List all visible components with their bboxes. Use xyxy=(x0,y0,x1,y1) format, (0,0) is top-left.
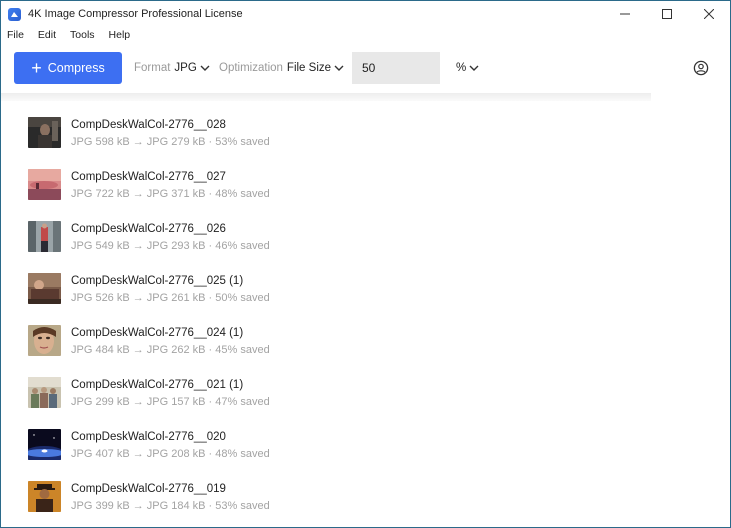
file-details: JPG 549 kB → JPG 293 kB · 46% saved xyxy=(71,240,270,252)
format-dropdown[interactable]: Format JPG xyxy=(134,62,210,74)
file-name: CompDeskWalCol-2776__021 (1) xyxy=(71,379,244,391)
account-icon[interactable] xyxy=(693,60,709,76)
file-name: CompDeskWalCol-2776__024 (1) xyxy=(71,327,244,339)
menu-edit[interactable]: Edit xyxy=(31,29,63,41)
compress-label: Compress xyxy=(47,61,105,75)
file-details: JPG 299 kB → JPG 157 kB · 47% saved xyxy=(71,396,270,408)
optimization-value: File Size xyxy=(286,62,332,74)
list-item[interactable]: CompDeskWalCol-2776__027 JPG 722 kB → JP… xyxy=(1,157,651,209)
file-name: CompDeskWalCol-2776__019 xyxy=(71,483,226,495)
file-details: JPG 526 kB → JPG 261 kB · 50% saved xyxy=(71,292,270,304)
optimization-label: Optimization xyxy=(219,62,283,74)
maximize-icon xyxy=(662,9,672,19)
title-bar: 4K Image Compressor Professional License xyxy=(1,1,730,27)
plus-icon: + xyxy=(31,58,42,78)
thumbnail-image xyxy=(28,377,61,408)
chevron-down-icon xyxy=(200,65,210,71)
app-logo-icon xyxy=(8,7,21,21)
chevron-down-icon xyxy=(469,65,479,71)
thumbnail-image xyxy=(28,273,61,304)
file-name: CompDeskWalCol-2776__025 (1) xyxy=(71,275,244,287)
file-details: JPG 722 kB → JPG 371 kB · 48% saved xyxy=(71,188,270,200)
list-item[interactable]: CompDeskWalCol-2776__020 JPG 407 kB → JP… xyxy=(1,417,651,469)
file-name: CompDeskWalCol-2776__027 xyxy=(71,171,226,183)
close-button[interactable] xyxy=(688,1,730,27)
unit-dropdown[interactable]: % xyxy=(456,62,479,74)
thumbnail-image xyxy=(28,169,61,200)
file-details: JPG 407 kB → JPG 208 kB · 48% saved xyxy=(71,448,270,460)
empty-side-area xyxy=(651,93,730,527)
toolbar-divider xyxy=(1,93,651,101)
format-value: JPG xyxy=(174,62,197,74)
optimization-dropdown[interactable]: Optimization File Size xyxy=(219,62,344,74)
minimize-button[interactable] xyxy=(604,1,646,27)
list-item[interactable]: CompDeskWalCol-2776__026 JPG 549 kB → JP… xyxy=(1,209,651,261)
format-label: Format xyxy=(134,62,171,74)
menu-tools[interactable]: Tools xyxy=(63,29,102,41)
maximize-button[interactable] xyxy=(646,1,688,27)
menu-file[interactable]: File xyxy=(1,29,31,41)
app-window: 4K Image Compressor Professional License… xyxy=(0,0,731,528)
file-details: JPG 598 kB → JPG 279 kB · 53% saved xyxy=(71,136,270,148)
thumbnail-image xyxy=(28,325,61,356)
file-details: JPG 399 kB → JPG 184 kB · 53% saved xyxy=(71,500,270,512)
list-item[interactable]: CompDeskWalCol-2776__028 JPG 598 kB → JP… xyxy=(1,105,651,157)
window-controls xyxy=(604,1,730,27)
toolbar: + Compress Format JPG Optimization File … xyxy=(1,43,730,93)
list-item[interactable]: CompDeskWalCol-2776__019 JPG 399 kB → JP… xyxy=(1,469,651,521)
thumbnail-image xyxy=(28,117,61,148)
thumbnail-image xyxy=(28,221,61,252)
compress-button[interactable]: + Compress xyxy=(14,52,122,84)
file-name: CompDeskWalCol-2776__020 xyxy=(71,431,226,443)
menu-help[interactable]: Help xyxy=(102,29,138,41)
list-item[interactable]: CompDeskWalCol-2776__021 (1) JPG 299 kB … xyxy=(1,365,651,417)
minimize-icon xyxy=(620,13,630,15)
list-item[interactable]: CompDeskWalCol-2776__025 (1) JPG 526 kB … xyxy=(1,261,651,313)
chevron-down-icon xyxy=(334,65,344,71)
file-name: CompDeskWalCol-2776__026 xyxy=(71,223,226,235)
quality-value: 50 xyxy=(362,61,376,75)
unit-value: % xyxy=(456,62,467,74)
thumbnail-image xyxy=(28,429,61,460)
menu-bar: File Edit Tools Help xyxy=(1,27,137,43)
file-name: CompDeskWalCol-2776__028 xyxy=(71,119,226,131)
list-item[interactable]: CompDeskWalCol-2776__024 (1) JPG 484 kB … xyxy=(1,313,651,365)
quality-input[interactable]: 50 xyxy=(352,52,440,84)
thumbnail-image xyxy=(28,481,61,512)
window-title: 4K Image Compressor Professional License xyxy=(28,8,243,20)
file-details: JPG 484 kB → JPG 262 kB · 45% saved xyxy=(71,344,270,356)
close-icon xyxy=(704,9,714,19)
